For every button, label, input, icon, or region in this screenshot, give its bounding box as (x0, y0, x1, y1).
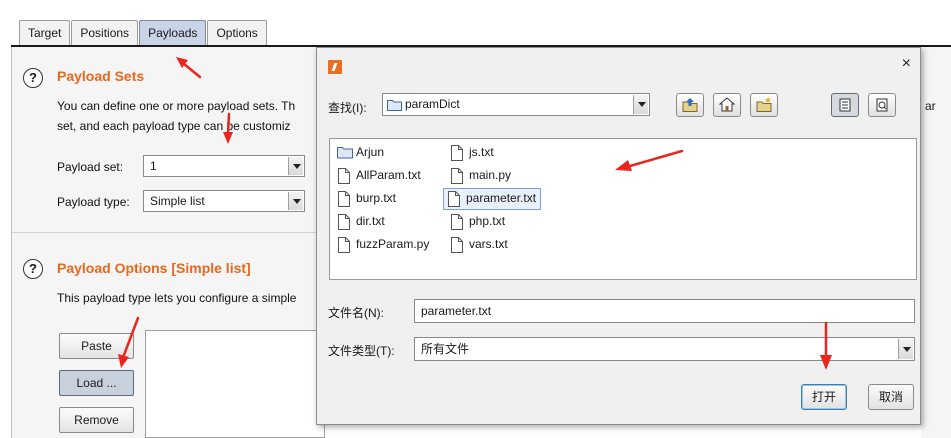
list-item-selected[interactable]: parameter.txt (442, 188, 542, 210)
list-item[interactable]: vars.txt (447, 235, 508, 255)
help-icon[interactable]: ? (23, 68, 43, 88)
file-name: js.txt (469, 145, 494, 159)
open-file-dialog: × 查找(I): paramDict Arjun AllParam.txt bu… (316, 47, 921, 425)
list-item[interactable]: fuzzParam.py (334, 235, 429, 255)
home-icon (718, 97, 736, 112)
file-name: AllParam.txt (356, 168, 421, 182)
file-icon (338, 214, 350, 230)
list-item[interactable]: Arjun (334, 143, 384, 163)
tab-payloads[interactable]: Payloads (139, 20, 207, 46)
chevron-down-icon (898, 339, 913, 359)
list-view-button[interactable] (831, 93, 859, 117)
payload-set-select[interactable]: 1 (143, 155, 305, 177)
chevron-down-icon (288, 192, 303, 210)
burp-logo-icon (328, 60, 342, 74)
filetype-select[interactable]: 所有文件 (414, 337, 915, 361)
file-name: burp.txt (356, 191, 397, 205)
filename-label: 文件名(N): (328, 306, 384, 320)
payload-options-title: Payload Options [Simple list] (57, 260, 251, 276)
new-folder-icon (756, 97, 772, 112)
file-icon (448, 191, 460, 207)
details-view-icon (876, 98, 888, 112)
payload-type-label: Payload type: (57, 195, 130, 209)
list-item[interactable]: AllParam.txt (334, 166, 421, 186)
filetype-label: 文件类型(T): (328, 344, 395, 358)
paste-button[interactable]: Paste (59, 333, 134, 359)
open-button[interactable]: 打开 (801, 384, 847, 410)
chevron-down-icon (288, 157, 303, 175)
home-button[interactable] (713, 93, 741, 117)
lookin-label: 查找(I): (328, 101, 367, 115)
up-folder-icon (682, 98, 698, 112)
new-folder-button[interactable] (750, 93, 778, 117)
details-view-button[interactable] (868, 93, 896, 117)
payload-set-value: 1 (150, 159, 157, 173)
file-name: main.py (469, 168, 512, 182)
filetype-value: 所有文件 (421, 342, 470, 356)
file-icon (451, 237, 463, 253)
file-icon (451, 214, 463, 230)
payload-set-label: Payload set: (57, 160, 124, 174)
lookin-select[interactable]: paramDict (382, 93, 650, 116)
payload-sets-desc-2: set, and each payload type can be custom… (57, 119, 291, 133)
file-icon (338, 168, 350, 184)
list-item[interactable]: php.txt (447, 212, 505, 232)
close-icon[interactable]: × (902, 56, 911, 72)
payload-type-value: Simple list (150, 194, 205, 208)
folder-icon (337, 147, 353, 159)
file-icon (338, 237, 350, 253)
file-name: Arjun (356, 145, 385, 159)
tab-options[interactable]: Options (207, 20, 267, 46)
tab-target[interactable]: Target (19, 20, 71, 46)
remove-button[interactable]: Remove (59, 407, 134, 433)
list-view-icon (839, 98, 851, 112)
chevron-down-icon (633, 95, 648, 114)
tab-positions[interactable]: Positions (71, 20, 139, 46)
file-name: php.txt (469, 214, 506, 228)
up-folder-button[interactable] (676, 93, 704, 117)
file-icon (451, 168, 463, 184)
lookin-value: paramDict (405, 97, 460, 111)
payload-sets-title: Payload Sets (57, 68, 145, 84)
file-name: fuzzParam.py (356, 237, 430, 251)
list-item[interactable]: dir.txt (334, 212, 385, 232)
list-item[interactable]: js.txt (447, 143, 494, 163)
truncated-text: ar (925, 99, 936, 113)
file-name: dir.txt (356, 214, 385, 228)
file-name: vars.txt (469, 237, 508, 251)
file-name: parameter.txt (466, 191, 537, 205)
load-button[interactable]: Load ... (59, 370, 134, 396)
file-icon (338, 191, 350, 207)
cancel-button[interactable]: 取消 (868, 384, 914, 410)
filename-field[interactable]: parameter.txt (414, 299, 915, 323)
payload-options-desc: This payload type lets you configure a s… (57, 291, 297, 305)
payload-type-select[interactable]: Simple list (143, 190, 305, 212)
intruder-tabs: Target Positions Payloads Options (19, 20, 268, 46)
help-icon[interactable]: ? (23, 259, 43, 279)
payload-sets-desc-1: You can define one or more payload sets.… (57, 99, 296, 113)
folder-icon (387, 100, 402, 111)
file-list[interactable]: Arjun AllParam.txt burp.txt dir.txt fuzz… (329, 138, 917, 280)
file-icon (451, 145, 463, 161)
payload-list[interactable] (145, 330, 325, 438)
section-divider (11, 232, 321, 233)
list-item[interactable]: main.py (447, 166, 511, 186)
list-item[interactable]: burp.txt (334, 189, 396, 209)
